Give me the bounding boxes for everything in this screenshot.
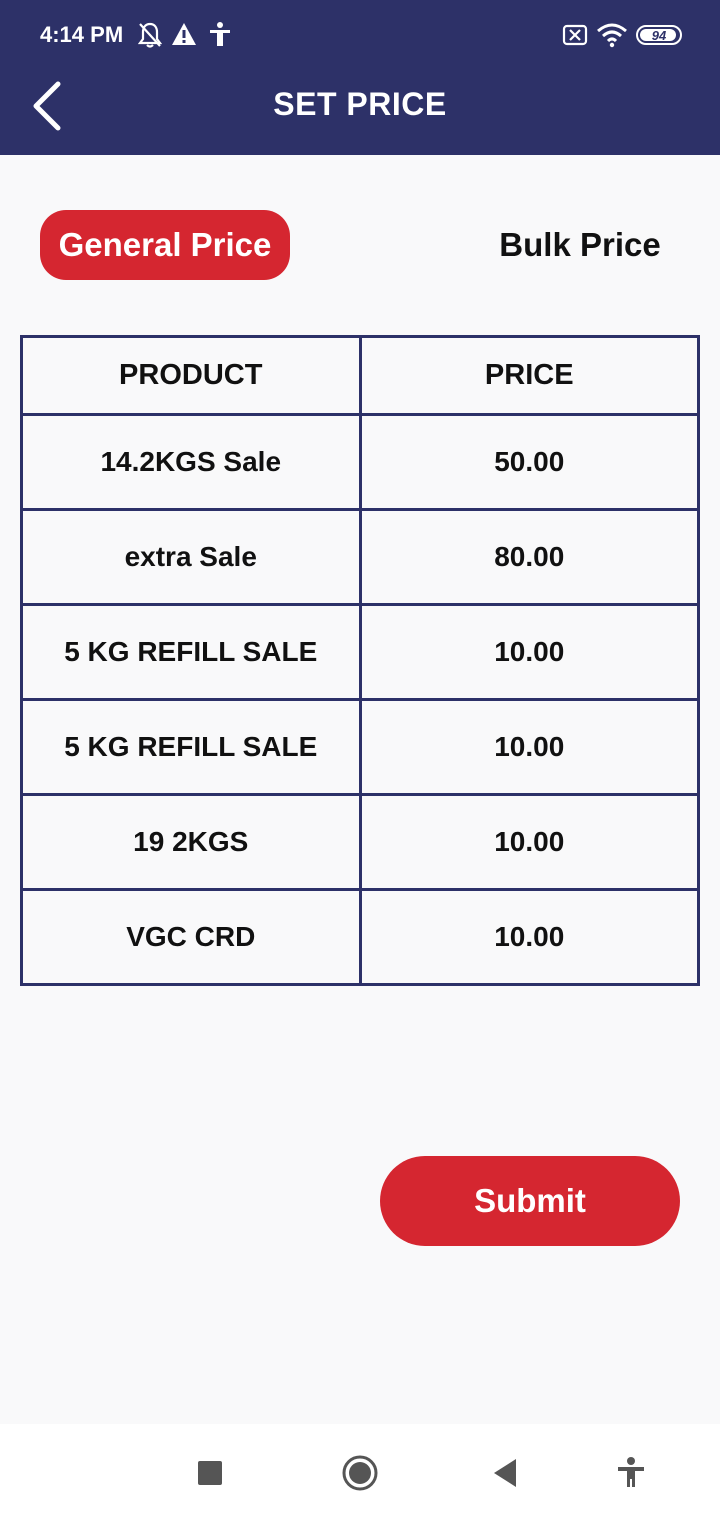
price-cell[interactable]: 10.00	[358, 603, 700, 701]
table-row: 5 KG REFILL SALE 10.00	[20, 603, 700, 701]
system-nav-bar	[0, 1424, 720, 1520]
warning-icon	[171, 20, 197, 55]
price-cell[interactable]: 10.00	[358, 793, 700, 891]
page-title: SET PRICE	[273, 86, 447, 122]
table-row: 5 KG REFILL SALE 10.00	[20, 698, 700, 796]
product-cell: 14.2KGS Sale	[20, 413, 362, 511]
price-table: PRODUCT PRICE 14.2KGS Sale 50.00 extra S…	[20, 335, 700, 986]
table-row: VGC CRD 10.00	[20, 888, 700, 986]
app-header: 4:14 PM 94 SET PRICE	[0, 0, 720, 155]
accessibility-icon	[208, 20, 232, 55]
status-bar: 4:14 PM 94	[0, 0, 720, 70]
recents-icon[interactable]	[198, 1461, 222, 1490]
table-row: 19 2KGS 10.00	[20, 793, 700, 891]
product-cell: VGC CRD	[20, 888, 362, 986]
product-cell: extra Sale	[20, 508, 362, 606]
battery-level: 94	[651, 27, 667, 43]
submit-button[interactable]: Submit	[380, 1156, 680, 1246]
back-icon[interactable]	[494, 1459, 518, 1492]
price-cell[interactable]: 10.00	[358, 698, 700, 796]
product-cell: 5 KG REFILL SALE	[20, 698, 362, 796]
column-header-product: PRODUCT	[20, 335, 362, 416]
product-cell: 19 2KGS	[20, 793, 362, 891]
accessibility-icon[interactable]	[617, 1456, 645, 1493]
product-cell: 5 KG REFILL SALE	[20, 603, 362, 701]
sim-off-icon	[562, 24, 588, 51]
tab-bulk-price[interactable]: Bulk Price	[470, 210, 690, 280]
battery-icon: 94	[636, 25, 682, 45]
bell-off-icon	[137, 20, 163, 55]
status-time: 4:14 PM	[40, 22, 124, 47]
tab-general-price[interactable]: General Price	[40, 210, 290, 280]
column-header-price: PRICE	[358, 335, 700, 416]
price-cell[interactable]: 10.00	[358, 888, 700, 986]
wifi-icon	[596, 22, 628, 53]
table-header-row: PRODUCT PRICE	[20, 335, 700, 416]
table-row: extra Sale 80.00	[20, 508, 700, 606]
price-cell[interactable]: 50.00	[358, 413, 700, 511]
price-cell[interactable]: 80.00	[358, 508, 700, 606]
home-icon[interactable]	[341, 1454, 379, 1497]
table-row: 14.2KGS Sale 50.00	[20, 413, 700, 511]
